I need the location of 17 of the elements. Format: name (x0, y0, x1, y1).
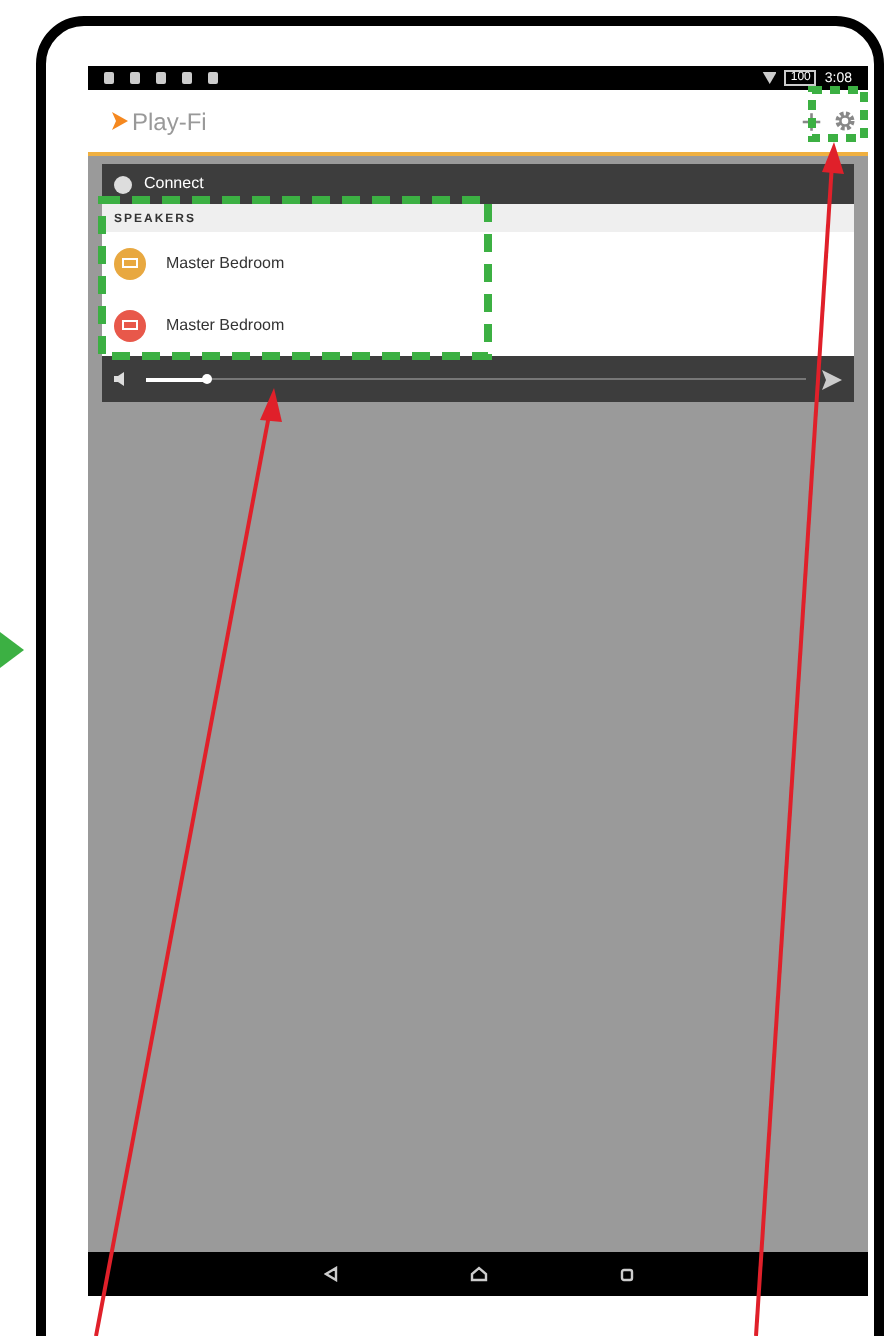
speaker-item[interactable]: Master Bedroom (102, 232, 854, 294)
app-logo: Play-Fi (132, 105, 207, 139)
back-icon[interactable] (323, 1266, 337, 1282)
speaker-item[interactable]: Master Bedroom (102, 294, 854, 356)
speaker-icon (114, 372, 130, 386)
connect-label: Connect (144, 172, 204, 196)
settings-icon[interactable] (834, 110, 856, 132)
play-icon[interactable] (822, 369, 842, 389)
annotation-arrowhead (0, 632, 24, 668)
logo-icon (112, 112, 128, 130)
wifi-icon (762, 72, 777, 84)
home-icon[interactable] (469, 1266, 487, 1282)
connect-bar[interactable]: Connect (102, 164, 854, 204)
speaker-name: Master Bedroom (166, 251, 285, 275)
speaker-name: Master Bedroom (166, 313, 285, 337)
recents-icon[interactable] (619, 1267, 633, 1281)
volume-thumb[interactable] (201, 374, 212, 384)
